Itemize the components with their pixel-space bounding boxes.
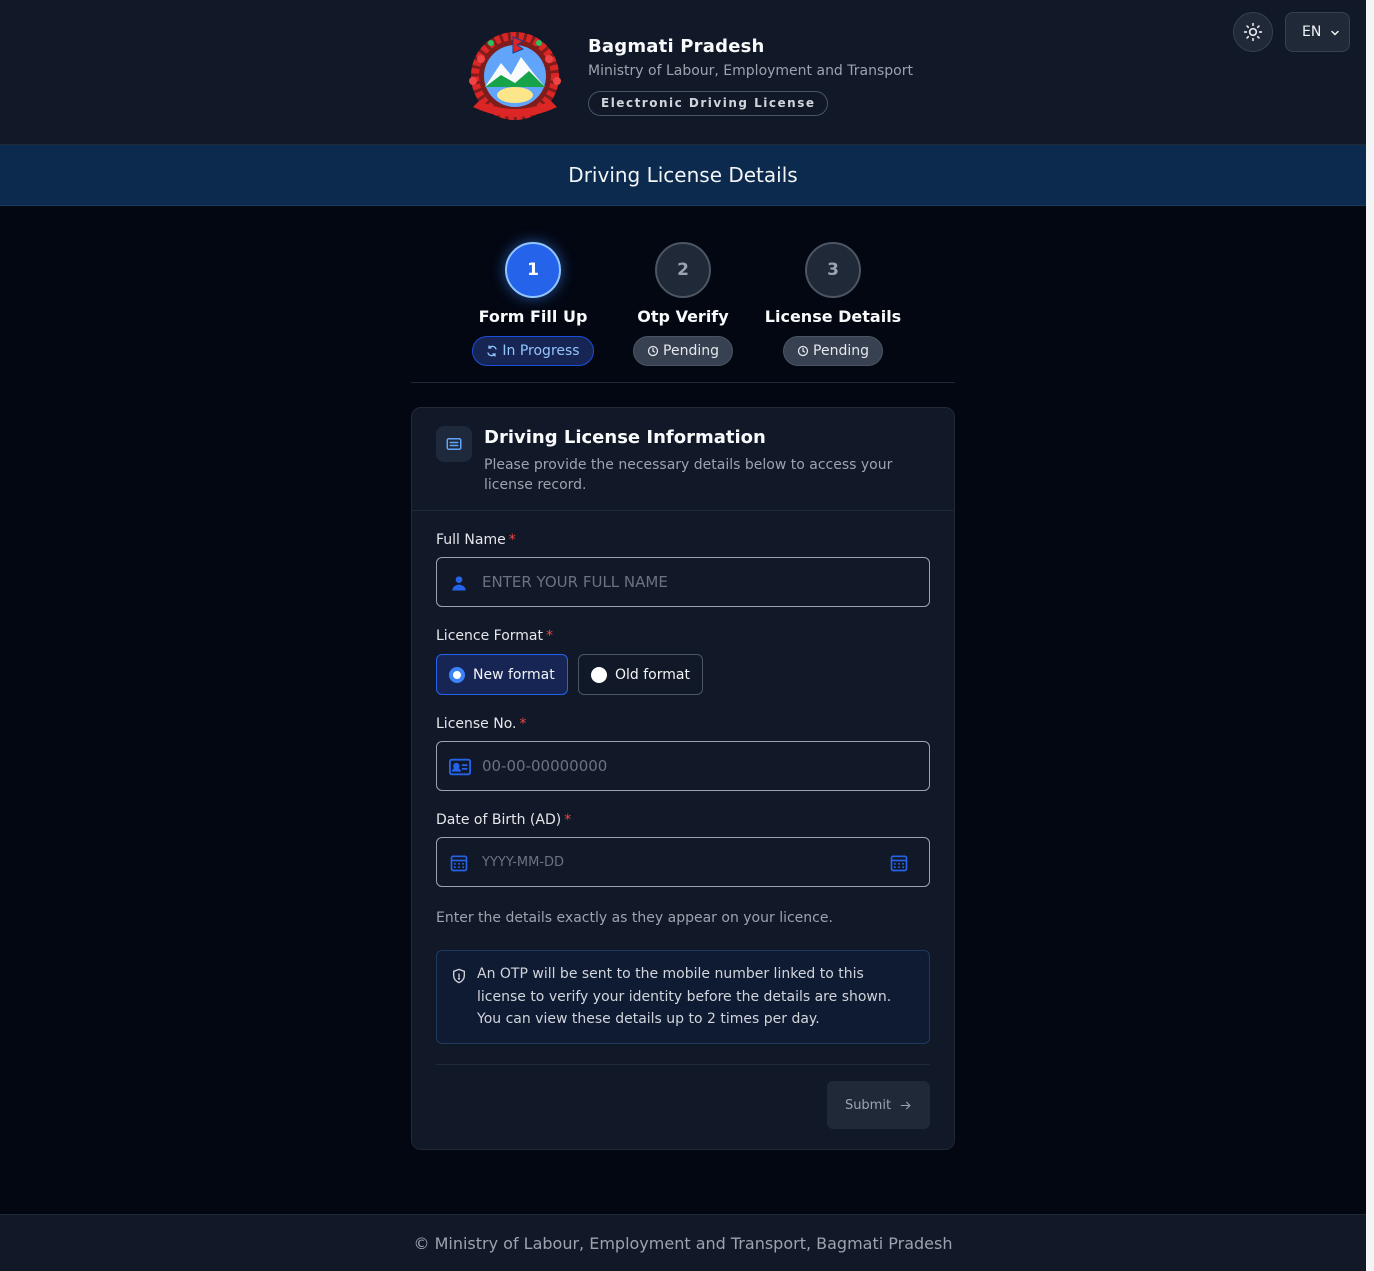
license-no-placeholder: 00-00-00000000 bbox=[482, 757, 608, 775]
submit-button[interactable]: Submit bbox=[827, 1081, 930, 1129]
shield-icon bbox=[453, 968, 465, 984]
language-select[interactable]: EN bbox=[1285, 12, 1350, 52]
calendar-picker-icon[interactable] bbox=[889, 853, 909, 873]
full-name-input[interactable]: ENTER YOUR FULL NAME bbox=[436, 557, 930, 607]
stepper-divider bbox=[411, 382, 955, 383]
licence-format-label-text: Licence Format bbox=[436, 628, 543, 644]
chevron-down-icon bbox=[1331, 30, 1339, 36]
radio-selected-indicator bbox=[449, 666, 465, 683]
full-name-label-text: Full Name bbox=[436, 532, 506, 548]
page-scrollbar[interactable] bbox=[1366, 0, 1374, 1271]
licence-format-label: Licence Format * bbox=[436, 628, 553, 644]
old-format-radio[interactable]: Old format bbox=[578, 654, 703, 695]
card-header: Driving License Information Please provi… bbox=[412, 408, 954, 511]
language-value: EN bbox=[1302, 24, 1322, 40]
otp-notice: An OTP will be sent to the mobile number… bbox=[436, 950, 930, 1044]
new-format-radio[interactable]: New format bbox=[436, 654, 568, 695]
footer-text: © Ministry of Labour, Employment and Tra… bbox=[413, 1233, 953, 1253]
step-number: 2 bbox=[655, 242, 711, 298]
status-badge: In Progress bbox=[472, 336, 594, 366]
otp-notice-text: An OTP will be sent to the mobile number… bbox=[477, 966, 892, 1027]
required-marker: * bbox=[564, 812, 572, 828]
step-number: 3 bbox=[805, 242, 861, 298]
license-no-label-text: License No. bbox=[436, 716, 517, 732]
step-label: License Details bbox=[764, 307, 902, 326]
id-card-icon bbox=[449, 758, 471, 776]
submit-label: Submit bbox=[844, 1097, 892, 1113]
required-marker: * bbox=[545, 628, 553, 644]
brand-subtitle: Ministry of Labour, Employment and Trans… bbox=[588, 63, 913, 79]
license-no-input[interactable]: 00-00-00000000 bbox=[436, 741, 930, 791]
status-text: Pending bbox=[663, 343, 719, 359]
required-marker: * bbox=[508, 532, 516, 548]
page-title: Driving License Details bbox=[568, 163, 798, 187]
license-no-label: License No. * bbox=[436, 716, 526, 732]
dob-input[interactable]: YYYY-MM-DD bbox=[436, 837, 930, 887]
page-banner: Driving License Details bbox=[0, 145, 1366, 206]
radio-unselected-indicator bbox=[591, 666, 607, 683]
dob-label: Date of Birth (AD) * bbox=[436, 812, 571, 828]
brand-badge: Electronic Driving License bbox=[588, 91, 829, 116]
old-format-label: Old format bbox=[615, 666, 690, 683]
full-name-placeholder: ENTER YOUR FULL NAME bbox=[482, 573, 668, 591]
site-header: Bagmati Pradesh Ministry of Labour, Empl… bbox=[0, 0, 1366, 145]
dob-placeholder: YYYY-MM-DD bbox=[482, 854, 565, 870]
step-number: 1 bbox=[505, 242, 561, 298]
site-footer: © Ministry of Labour, Employment and Tra… bbox=[0, 1214, 1366, 1271]
theme-toggle-button[interactable] bbox=[1233, 12, 1273, 52]
document-icon bbox=[436, 426, 472, 462]
status-text: In Progress bbox=[502, 343, 580, 359]
dob-label-text: Date of Birth (AD) bbox=[436, 812, 562, 828]
card-title: Driving License Information bbox=[484, 427, 766, 448]
step-form-fill-up: 1 Form Fill Up In Progress bbox=[458, 242, 608, 366]
nepal-emblem-icon bbox=[469, 32, 561, 120]
required-marker: * bbox=[519, 716, 527, 732]
form-divider bbox=[436, 1064, 930, 1065]
license-form-card: Driving License Information Please provi… bbox=[411, 407, 955, 1150]
new-format-label: New format bbox=[473, 666, 555, 683]
clock-icon bbox=[647, 345, 659, 357]
status-text: Pending bbox=[813, 343, 869, 359]
refresh-icon bbox=[487, 345, 498, 357]
page: Bagmati Pradesh Ministry of Labour, Empl… bbox=[0, 0, 1366, 1271]
calendar-icon bbox=[450, 855, 468, 872]
arrow-right-icon bbox=[900, 1101, 911, 1109]
user-icon bbox=[452, 576, 466, 591]
card-description: Please provide the necessary details bel… bbox=[484, 457, 893, 493]
step-label: Otp Verify bbox=[637, 307, 729, 326]
full-name-label: Full Name * bbox=[436, 532, 516, 548]
step-label: Form Fill Up bbox=[478, 307, 588, 326]
step-license-details: 3 License Details Pending bbox=[758, 242, 908, 366]
step-otp-verify: 2 Otp Verify Pending bbox=[608, 242, 758, 366]
clock-icon bbox=[797, 345, 809, 357]
form-hint: Enter the details exactly as they appear… bbox=[436, 910, 833, 926]
status-badge: Pending bbox=[783, 336, 883, 366]
brand-title: Bagmati Pradesh bbox=[588, 36, 765, 57]
sun-icon bbox=[1243, 22, 1263, 42]
status-badge: Pending bbox=[633, 336, 733, 366]
